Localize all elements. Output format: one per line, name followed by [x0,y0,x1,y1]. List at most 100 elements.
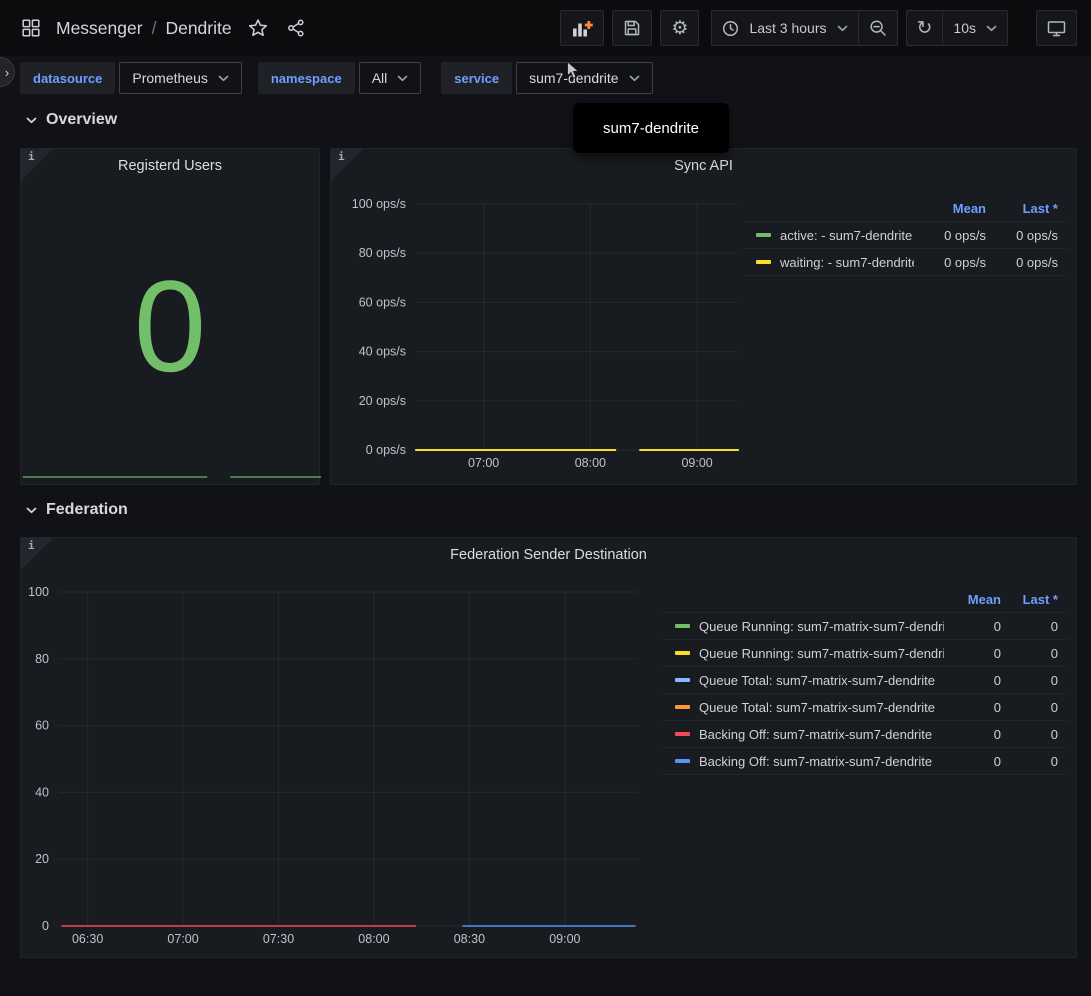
refresh-icon: ↻ [917,19,933,38]
svg-text:40 ops/s: 40 ops/s [359,345,406,359]
chevron-down-icon [26,507,37,514]
panel-title[interactable]: Registerd Users [21,158,319,174]
chevron-down-icon [26,117,37,124]
svg-text:20 ops/s: 20 ops/s [359,394,406,408]
zoom-out-button[interactable] [858,11,897,45]
variable-service: service sum7-dendrite [441,62,652,94]
breadcrumb-page[interactable]: Dendrite [165,18,231,39]
series-mean: 0 [944,754,1001,769]
star-dashboard-button[interactable] [246,16,270,40]
series-label: Backing Off: sum7-matrix-sum7-dendrite [699,727,944,742]
legend-row[interactable]: active: - sum7-dendrite 0 ops/s 0 ops/s [744,222,1068,249]
series-last: 0 [1001,619,1058,634]
breadcrumb-dashboard[interactable]: Messenger [56,18,143,39]
save-icon [623,19,641,37]
legend-row[interactable]: Queue Total: sum7-matrix-sum7-dendrite 0… [661,694,1068,721]
refresh-button[interactable]: ↻ [907,11,943,45]
star-icon [248,18,268,38]
svg-text:80 ops/s: 80 ops/s [359,246,406,260]
chevron-down-icon [837,25,848,32]
dashboards-grid-icon[interactable] [20,17,42,39]
series-label: Queue Running: sum7-matrix-sum7-dendrite [699,646,944,661]
breadcrumb: Messenger / Dendrite [56,18,232,39]
series-color-swatch [675,705,690,709]
stat-value: 0 [21,261,319,391]
svg-text:100 ops/s: 100 ops/s [352,197,406,211]
sidebar-expand-button[interactable]: › [0,57,15,87]
refresh-interval-label: 10s [953,20,976,36]
legend-header: Mean Last * [744,195,1068,222]
series-color-swatch [756,233,771,237]
series-color-swatch [675,759,690,763]
series-mean: 0 [944,673,1001,688]
svg-text:09:00: 09:00 [549,932,580,946]
legend-row[interactable]: Backing Off: sum7-matrix-sum7-dendrite 0… [661,748,1068,775]
svg-text:08:30: 08:30 [454,932,485,946]
panel-title[interactable]: Sync API [331,158,1076,174]
namespace-value: All [372,70,388,86]
share-dashboard-button[interactable] [284,16,308,40]
series-last: 0 [1001,754,1058,769]
legend-row[interactable]: Backing Off: sum7-matrix-sum7-dendrite 0… [661,721,1068,748]
namespace-dropdown[interactable]: All [359,62,422,94]
svg-text:07:30: 07:30 [263,932,294,946]
legend-mean-header: Mean [914,201,986,216]
series-color-swatch [675,732,690,736]
service-dropdown[interactable]: sum7-dendrite [516,62,653,94]
monitor-icon [1047,20,1066,37]
legend-mean-header: Mean [944,592,1001,607]
series-label: Queue Total: sum7-matrix-sum7-dendrite [699,673,944,688]
series-mean: 0 [944,646,1001,661]
dashboard-settings-button[interactable]: ⚙ [660,10,699,46]
series-mean: 0 ops/s [914,228,986,243]
share-icon [286,18,306,38]
service-tooltip: sum7-dendrite [573,103,729,153]
refresh-interval-picker[interactable]: 10s [942,11,1007,45]
add-panel-button[interactable] [560,10,604,46]
tv-mode-button[interactable] [1036,10,1077,46]
section-overview[interactable]: Overview [26,106,117,134]
section-title: Federation [46,501,128,519]
variable-label: service [441,62,512,94]
datasource-dropdown[interactable]: Prometheus [119,62,241,94]
series-last: 0 [1001,673,1058,688]
federation-chart[interactable]: 02040608010006:3007:0007:3008:0008:3009:… [21,574,666,958]
svg-text:80: 80 [35,652,49,666]
svg-text:60: 60 [35,719,49,733]
series-label: Queue Running: sum7-matrix-sum7-dendrite [699,619,944,634]
panel-sync-api: i Sync API 0 ops/s20 ops/s40 ops/s60 ops… [330,148,1077,485]
variable-datasource: datasource Prometheus [20,62,242,94]
legend-row[interactable]: Queue Running: sum7-matrix-sum7-dendrite… [661,640,1068,667]
time-range-label: Last 3 hours [749,20,826,36]
time-range-picker[interactable]: Last 3 hours [712,11,857,45]
legend-row[interactable]: waiting: - sum7-dendrite 0 ops/s 0 ops/s [744,249,1068,276]
gear-icon: ⚙ [671,19,688,38]
series-color-swatch [675,624,690,628]
mouse-cursor-icon [566,61,581,80]
svg-text:09:00: 09:00 [681,456,712,470]
legend-row[interactable]: Queue Running: sum7-matrix-sum7-dendrite… [661,613,1068,640]
sync-api-chart[interactable]: 0 ops/s20 ops/s40 ops/s60 ops/s80 ops/s1… [331,189,743,489]
series-label: active: - sum7-dendrite [780,228,914,243]
section-federation[interactable]: Federation [26,496,128,524]
legend-row[interactable]: Queue Total: sum7-matrix-sum7-dendrite 0… [661,667,1068,694]
svg-text:07:00: 07:00 [167,932,198,946]
svg-text:40: 40 [35,785,49,799]
panel-federation-sender: i Federation Sender Destination 02040608… [20,537,1077,958]
series-last: 0 [1001,727,1058,742]
svg-text:07:00: 07:00 [468,456,499,470]
save-dashboard-button[interactable] [612,10,652,46]
grid-icon [22,19,40,37]
panel-title[interactable]: Federation Sender Destination [21,547,1076,563]
series-label: Backing Off: sum7-matrix-sum7-dendrite [699,754,944,769]
series-last: 0 [1001,700,1058,715]
legend-last-header: Last * [1001,592,1058,607]
legend-last-header: Last * [986,201,1058,216]
series-mean: 0 [944,700,1001,715]
dashboard-variables: datasource Prometheus namespace All serv… [20,62,653,94]
chevron-down-icon [218,75,229,82]
refresh-controls-group: ↻ 10s [906,10,1009,46]
svg-text:0 ops/s: 0 ops/s [366,443,406,457]
stat-sparkline [21,473,321,481]
series-mean: 0 ops/s [914,255,986,270]
